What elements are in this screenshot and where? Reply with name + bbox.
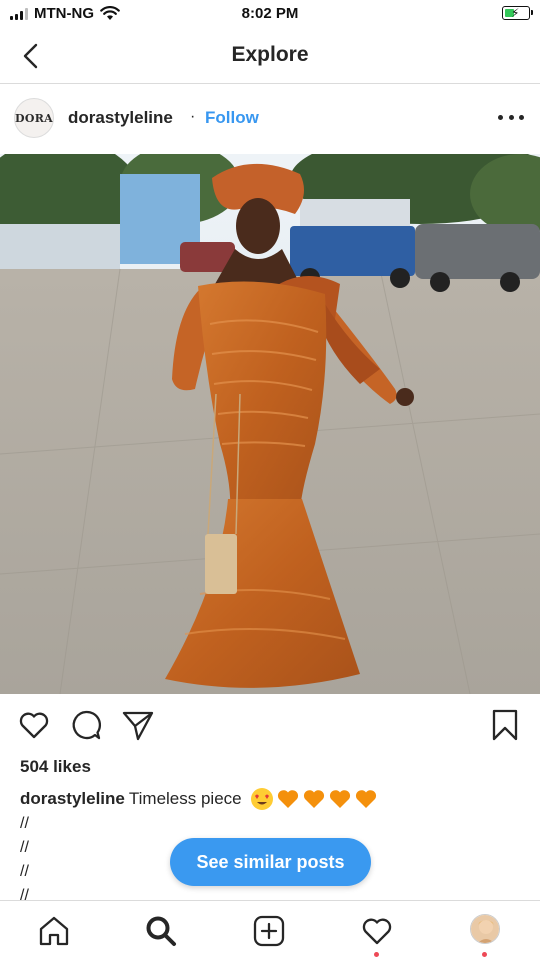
activity-notification-dot: [374, 952, 379, 957]
caption-line: //: [20, 863, 29, 880]
post-photo[interactable]: [0, 154, 540, 694]
orange-heart-icon: [355, 790, 376, 808]
post-actions: [0, 694, 540, 754]
heart-icon[interactable]: [17, 708, 51, 742]
caption-username[interactable]: dorastyleline: [20, 789, 125, 809]
separator-dot: ·: [190, 108, 196, 125]
profile-notification-dot: [482, 952, 487, 957]
share-icon[interactable]: [121, 708, 155, 742]
avatar[interactable]: DORA: [14, 98, 54, 138]
bookmark-icon[interactable]: [488, 708, 522, 742]
more-options-icon[interactable]: [498, 107, 524, 127]
caption-line: //: [20, 839, 29, 856]
battery-icon: ⚡: [502, 6, 533, 20]
nav-header: Explore: [0, 28, 540, 84]
post-header: DORA dorastyleline · Follow: [0, 85, 540, 153]
bottom-tab-bar: [0, 900, 540, 960]
follow-button[interactable]: Follow: [205, 108, 259, 128]
post-username[interactable]: dorastyleline: [68, 108, 173, 128]
avatar-logo-text: DORA: [15, 111, 53, 125]
heart-eyes-emoji-icon: [250, 788, 273, 810]
post-photo-illustration: [0, 154, 540, 694]
comment-icon[interactable]: [69, 708, 103, 742]
add-post-icon[interactable]: [252, 914, 286, 948]
orange-heart-icon: [329, 790, 350, 808]
search-icon[interactable]: [144, 914, 178, 948]
status-time: 8:02 PM: [241, 5, 299, 22]
home-icon[interactable]: [37, 914, 71, 948]
profile-avatar-tab[interactable]: [470, 914, 500, 944]
status-bar: MTN-NG 8:02 PM ⚡: [0, 0, 540, 28]
caption-extra-lines: // // // //: [20, 812, 29, 908]
like-count[interactable]: 504 likes: [20, 757, 91, 777]
post-caption: dorastyleline Timeless piece: [20, 787, 378, 811]
caption-text: Timeless piece: [128, 789, 242, 808]
orange-heart-icon: [303, 790, 324, 808]
orange-heart-icon: [277, 790, 298, 808]
activity-heart-icon[interactable]: [360, 914, 394, 948]
caption-emojis: [250, 787, 378, 811]
caption-line: //: [20, 815, 29, 832]
see-similar-posts-button[interactable]: See similar posts: [170, 838, 371, 886]
page-title: Explore: [231, 43, 309, 66]
